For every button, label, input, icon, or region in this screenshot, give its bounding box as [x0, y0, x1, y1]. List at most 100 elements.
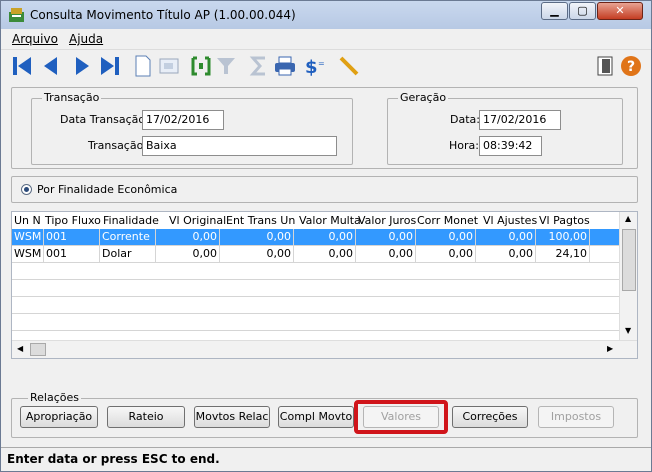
filtro-panel: Por Finalidade Econômica — [11, 176, 638, 203]
hora-field[interactable]: 08:39:42 — [479, 136, 542, 156]
finalidade-radio[interactable] — [21, 184, 32, 195]
last-record-icon[interactable] — [98, 54, 122, 78]
window-title: Consulta Movimento Título AP (1.00.00.04… — [30, 8, 296, 22]
previous-record-icon[interactable] — [38, 54, 62, 78]
apropriacao-button[interactable]: Apropriação — [20, 406, 98, 428]
relacoes-group-title: Relações — [28, 391, 81, 404]
hora-label: Hora: — [449, 139, 479, 152]
col-header-vl-pagtos[interactable]: Vl Pagtos — [539, 212, 590, 229]
filter-icon[interactable] — [214, 54, 238, 78]
transacao-group: Transação Data Transação: 17/02/2016 Tra… — [31, 91, 353, 165]
scroll-down-icon[interactable]: ▼ — [625, 326, 631, 335]
minimize-button[interactable]: ▁ — [541, 2, 568, 20]
pencil-icon[interactable] — [337, 54, 361, 78]
geracao-group: Geração Data: 17/02/2016 Hora: 08:39:42 — [387, 91, 623, 165]
cell-corr-monet: 0,00 — [416, 246, 476, 262]
cell-ent-trans-un: 0,00 — [220, 229, 294, 245]
close-icon: ✕ — [615, 4, 625, 17]
cell-vl-pagtos: 100,00 — [536, 229, 590, 245]
empty-row — [12, 297, 620, 314]
cell-vl-ajustes: 0,00 — [476, 229, 536, 245]
cell-tipo-fluxo: 001 — [44, 229, 100, 245]
cell-finalidade: Dolar — [100, 246, 156, 262]
cell-ent-trans-un: 0,00 — [220, 246, 294, 262]
exit-door-icon[interactable] — [593, 54, 617, 78]
title-bar: Consulta Movimento Título AP (1.00.00.04… — [1, 1, 651, 29]
transacao-label: Transação: — [88, 139, 148, 152]
rateio-button[interactable]: Rateio — [107, 406, 185, 428]
geracao-data-label: Data: — [450, 113, 480, 126]
compl-movto-button[interactable]: Compl Movto — [278, 406, 354, 428]
sum-icon[interactable] — [247, 54, 271, 78]
maximize-button[interactable]: ▢ — [569, 2, 596, 20]
menu-arquivo[interactable]: Arquivo — [12, 32, 58, 46]
toolbar: $ = ? — [1, 50, 651, 84]
col-header-corr-monet[interactable]: Corr Monet — [417, 212, 478, 229]
table-row[interactable]: WSM 001 Corrente 0,00 0,00 0,00 0,00 0,0… — [12, 229, 620, 246]
movimentos-grid[interactable]: Un N Tipo Fluxo Finalidade Vl Original E… — [11, 211, 638, 359]
col-header-valor-juros[interactable]: Valor Juros — [358, 212, 416, 229]
cell-valor-juros: 0,00 — [356, 246, 416, 262]
cell-valor-multa: 0,00 — [294, 246, 356, 262]
horizontal-scroll-thumb[interactable] — [30, 343, 46, 356]
col-header-ent-trans-un[interactable]: Ent Trans Un — [226, 212, 295, 229]
close-button[interactable]: ✕ — [597, 2, 643, 20]
scroll-right-icon[interactable]: ▶ — [607, 344, 613, 353]
cell-vl-pagtos: 24,10 — [536, 246, 590, 262]
empty-row — [12, 280, 620, 297]
finalidade-radio-label[interactable]: Por Finalidade Econômica — [37, 183, 177, 196]
cell-valor-juros: 0,00 — [356, 229, 416, 245]
menu-ajuda[interactable]: Ajuda — [69, 32, 103, 46]
print-icon[interactable] — [273, 54, 297, 78]
next-record-icon[interactable] — [71, 54, 95, 78]
empty-row — [12, 263, 620, 280]
geracao-data-field[interactable]: 17/02/2016 — [479, 110, 561, 130]
cell-vl-ajustes: 0,00 — [476, 246, 536, 262]
goto-icon[interactable] — [189, 54, 213, 78]
app-window: Consulta Movimento Título AP (1.00.00.04… — [0, 0, 652, 472]
help-icon[interactable]: ? — [619, 54, 643, 78]
cell-valor-multa: 0,00 — [294, 229, 356, 245]
new-document-icon[interactable] — [131, 54, 155, 78]
table-row[interactable]: WSM 001 Dolar 0,00 0,00 0,00 0,00 0,00 0… — [12, 246, 620, 263]
col-header-finalidade[interactable]: Finalidade — [103, 212, 159, 229]
data-transacao-label: Data Transação: — [60, 113, 149, 126]
cell-finalidade: Corrente — [100, 229, 156, 245]
minimize-icon: ▁ — [550, 4, 559, 17]
transacao-field[interactable]: Baixa — [142, 136, 337, 156]
movtos-relac-button[interactable]: Movtos Relac — [194, 406, 270, 428]
scroll-left-icon[interactable]: ◀ — [17, 344, 23, 353]
col-header-un-n[interactable]: Un N — [14, 212, 41, 229]
svg-text:?: ? — [627, 59, 635, 75]
main-content: Transação Data Transação: 17/02/2016 Tra… — [1, 83, 651, 447]
vertical-scrollbar[interactable]: ▲ ▼ — [619, 212, 637, 341]
vertical-scroll-thumb[interactable] — [622, 229, 636, 291]
status-bar: Enter data or press ESC to end. — [1, 447, 651, 471]
cell-un-n: WSM — [12, 229, 44, 245]
horizontal-scrollbar[interactable]: ◀ ▶ — [12, 340, 637, 358]
col-header-vl-ajustes[interactable]: Vl Ajustes — [483, 212, 537, 229]
currency-icon[interactable]: $ = — [301, 54, 325, 78]
cell-tipo-fluxo: 001 — [44, 246, 100, 262]
col-header-valor-multa[interactable]: Valor Multa — [299, 212, 361, 229]
svg-text:$: $ — [305, 57, 318, 78]
scroll-up-icon[interactable]: ▲ — [625, 214, 631, 223]
cell-vl-original: 0,00 — [156, 246, 220, 262]
cell-corr-monet: 0,00 — [416, 229, 476, 245]
col-header-vl-original[interactable]: Vl Original — [169, 212, 226, 229]
impostos-button[interactable]: Impostos — [538, 406, 614, 428]
svg-text:=: = — [318, 59, 325, 68]
highlight-box — [354, 400, 448, 434]
app-icon — [9, 8, 24, 22]
zoom-icon[interactable] — [157, 54, 181, 78]
cell-un-n: WSM — [12, 246, 44, 262]
empty-row — [12, 314, 620, 331]
menu-bar: Arquivo Ajuda — [1, 29, 651, 50]
transacao-group-title: Transação — [42, 91, 102, 104]
data-transacao-field[interactable]: 17/02/2016 — [142, 110, 224, 130]
correcoes-button[interactable]: Correções — [452, 406, 528, 428]
col-header-tipo-fluxo[interactable]: Tipo Fluxo — [45, 212, 101, 229]
first-record-icon[interactable] — [10, 54, 34, 78]
maximize-icon: ▢ — [577, 4, 588, 17]
cell-vl-original: 0,00 — [156, 229, 220, 245]
